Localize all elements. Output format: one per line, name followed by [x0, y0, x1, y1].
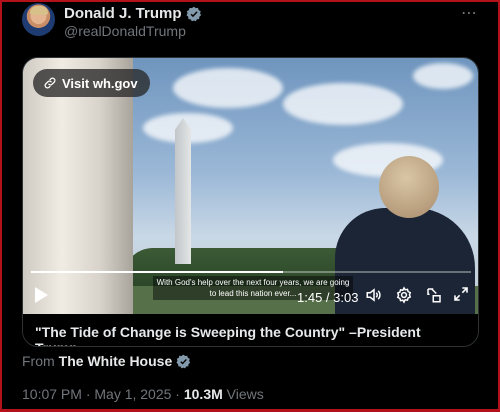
video-card[interactable]: Visit wh.gov With God's help over the ne…	[22, 57, 479, 347]
person-head	[379, 156, 439, 218]
post-meta: 10:07 PM · May 1, 2025 · 10.3M Views	[22, 386, 264, 402]
visit-link-button[interactable]: Visit wh.gov	[33, 69, 150, 97]
video-player[interactable]: Visit wh.gov With God's help over the ne…	[23, 58, 478, 314]
author-name[interactable]: Donald J. Trump	[64, 5, 182, 22]
fullscreen-icon[interactable]	[453, 286, 469, 302]
progress-fill	[31, 271, 284, 273]
play-icon[interactable]	[33, 286, 49, 304]
popout-icon[interactable]	[425, 286, 443, 304]
time-display: 1:45 / 3:03	[297, 290, 359, 305]
views-label: Views	[226, 386, 264, 402]
volume-icon[interactable]	[365, 286, 383, 304]
verified-badge-icon	[176, 354, 191, 368]
timestamp[interactable]: 10:07 PM · May 1, 2025 ·	[22, 386, 180, 402]
visit-link-label: Visit wh.gov	[62, 75, 138, 91]
author-name-row[interactable]: Donald J. Trump	[64, 5, 202, 22]
avatar[interactable]	[22, 3, 55, 36]
source-name[interactable]: The White House	[59, 353, 173, 369]
more-icon[interactable]: ⋯	[461, 3, 478, 23]
link-icon	[44, 77, 56, 89]
source-line: From The White House	[22, 353, 191, 369]
video-controls: 1:45 / 3:03	[23, 280, 478, 310]
video-title[interactable]: "The Tide of Change is Sweeping the Coun…	[23, 314, 478, 346]
settings-icon[interactable]	[395, 286, 413, 304]
verified-badge-icon	[186, 6, 201, 21]
author-handle[interactable]: @realDonaldTrump	[64, 23, 186, 39]
progress-bar[interactable]	[31, 271, 471, 273]
monument	[175, 118, 191, 264]
source-prefix: From	[22, 353, 55, 369]
views-count: 10.3M	[183, 386, 223, 402]
